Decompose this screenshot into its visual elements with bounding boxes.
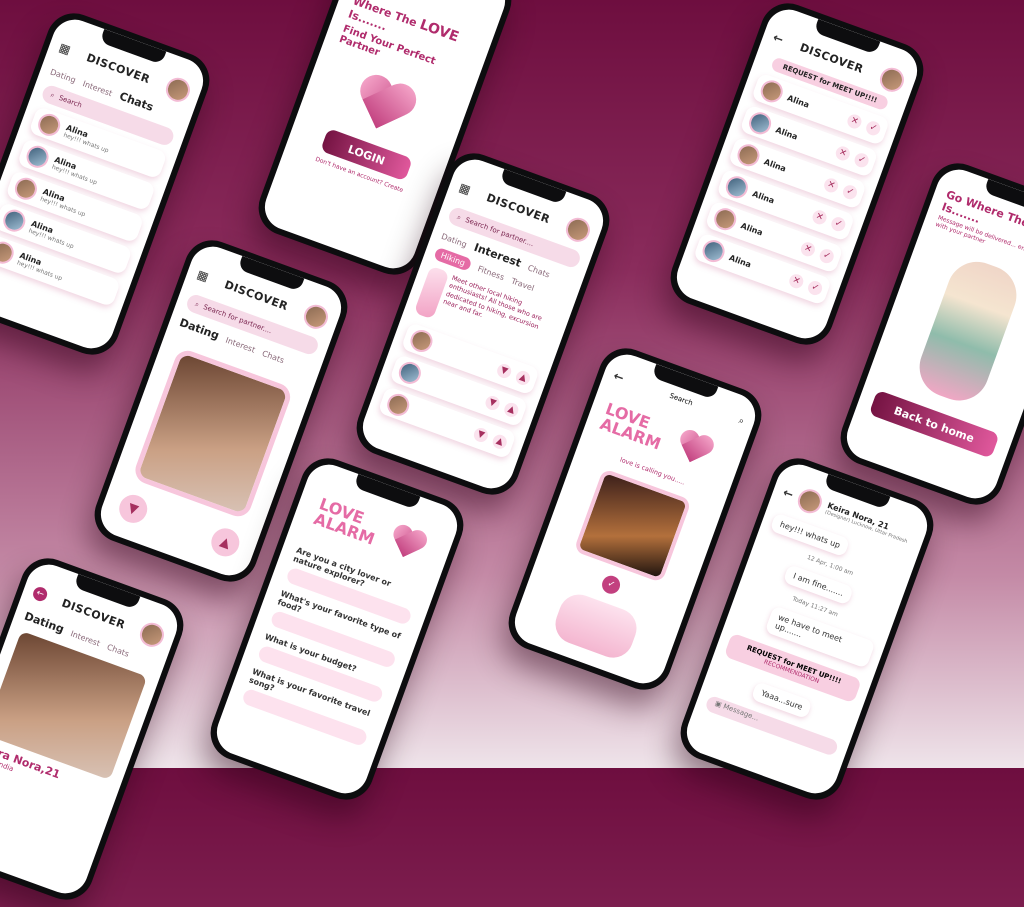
phone-profile: ← DISCOVER Dating Interest Chats Keira Nora… <box>0 550 192 907</box>
avatar <box>384 390 413 419</box>
search-icon[interactable]: ⌕ <box>737 416 745 427</box>
avatar <box>0 206 29 235</box>
back-icon[interactable]: ← <box>31 585 50 604</box>
search-icon: ⌕ <box>193 299 201 309</box>
search-icon: ⌕ <box>49 90 56 100</box>
heading-love: LOVE <box>417 16 461 46</box>
avatar[interactable] <box>300 301 332 333</box>
avatar <box>711 205 740 234</box>
screen: ← DISCOVER Dating Interest Chats Keira Nora… <box>0 558 184 900</box>
request-name: Alina <box>739 220 765 238</box>
request-name: Alina <box>786 92 811 110</box>
accept-icon[interactable]: ✓ <box>806 279 825 298</box>
back-icon[interactable]: ← <box>781 485 795 502</box>
thumbs-down-icon[interactable]: ▼ <box>115 490 152 527</box>
avatar <box>407 326 436 356</box>
accept-icon[interactable]: ✓ <box>864 119 883 138</box>
profile-photo[interactable] <box>131 346 295 521</box>
request-name: Alina <box>774 124 800 142</box>
tab-interest[interactable]: Interest <box>224 336 256 355</box>
accept-icon[interactable]: ✓ <box>840 183 859 202</box>
avatar <box>734 141 763 170</box>
avatar <box>35 110 64 139</box>
love-alarm-title: LOVE ALARM <box>311 494 382 549</box>
thumbs-down-icon[interactable]: ▼ <box>471 426 490 444</box>
thumbs-up-icon[interactable]: ▲ <box>207 524 244 561</box>
avatar <box>0 238 17 267</box>
love-alarm-title: LOVE ALARM <box>598 399 668 454</box>
avatar <box>395 358 424 388</box>
grid-icon[interactable]: ▦ <box>457 180 472 197</box>
heart-icon <box>347 71 422 142</box>
tab-dating[interactable]: Dating <box>49 67 77 85</box>
screen: ← DISCOVER REQUEST for MEET UP!!!! Alina ✕… <box>670 3 924 345</box>
grid-icon[interactable]: ▦ <box>57 40 72 57</box>
thumbs-up-icon[interactable]: ▲ <box>502 400 521 419</box>
avatar <box>757 77 786 106</box>
accept-icon[interactable]: ✓ <box>829 215 848 234</box>
accept-icon[interactable]: ✓ <box>599 573 623 597</box>
reject-icon[interactable]: ✕ <box>798 240 817 259</box>
reject-icon[interactable]: ✕ <box>810 208 829 227</box>
tab-chats[interactable]: Chats <box>106 643 131 659</box>
back-to-home-button[interactable]: Back to home <box>868 389 1000 459</box>
request-name: Alina <box>728 252 753 269</box>
tab-interest[interactable]: Interest <box>69 629 101 648</box>
thumbs-down-icon[interactable]: ▼ <box>483 394 502 413</box>
reject-icon[interactable]: ✕ <box>787 272 806 291</box>
heart-icon <box>672 428 717 471</box>
event-card[interactable] <box>573 468 692 583</box>
thumbs-up-icon[interactable]: ▲ <box>490 432 509 451</box>
search-label: Search <box>668 391 694 408</box>
heart-icon <box>385 523 428 565</box>
reject-icon[interactable]: ✕ <box>845 112 864 131</box>
grid-icon[interactable]: ▦ <box>195 267 210 284</box>
avatar <box>746 109 775 138</box>
avatar <box>722 173 751 202</box>
tab-travel[interactable]: Travel <box>510 276 535 293</box>
back-icon[interactable]: ← <box>771 30 785 47</box>
request-name: Alina <box>762 156 788 174</box>
avatar <box>699 237 728 266</box>
avatar[interactable] <box>136 619 168 651</box>
search-icon: ⌕ <box>455 212 463 222</box>
request-name: Alina <box>751 188 776 206</box>
couple-illustration <box>911 253 1024 409</box>
avatar <box>23 142 52 171</box>
reject-icon[interactable]: ✕ <box>833 144 852 163</box>
avatar[interactable] <box>162 74 194 106</box>
accept-icon[interactable]: ✓ <box>852 151 871 170</box>
avatar[interactable] <box>876 64 908 96</box>
accept-icon[interactable]: ✓ <box>817 247 836 266</box>
avatar <box>11 174 41 203</box>
avatar <box>794 485 826 517</box>
reject-icon[interactable]: ✕ <box>822 176 841 195</box>
message-placeholder: Message... <box>722 702 760 723</box>
tab-interest[interactable]: Interest <box>81 79 113 98</box>
back-icon[interactable]: ← <box>612 369 626 386</box>
tab-chats[interactable]: Chats <box>261 349 286 365</box>
search-placeholder: Search <box>57 93 84 110</box>
thumbs-up-icon[interactable]: ▲ <box>513 368 532 387</box>
avatar[interactable] <box>562 214 594 246</box>
thumbs-down-icon[interactable]: ▼ <box>495 362 514 381</box>
